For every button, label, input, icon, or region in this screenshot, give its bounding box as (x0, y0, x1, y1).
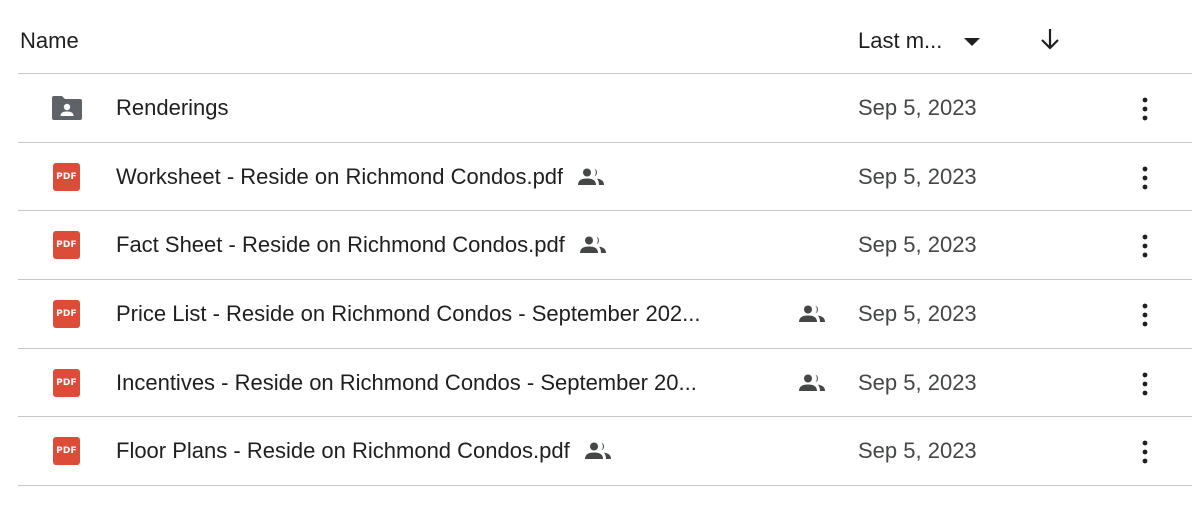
more-vert-icon (1142, 166, 1148, 190)
file-list: Name Last m... Renderings Sep 5, 2023 PD… (18, 0, 1192, 487)
shared-people-icon (799, 374, 825, 391)
shared-people-icon (578, 168, 605, 185)
more-actions-button[interactable] (1130, 231, 1160, 261)
more-vert-icon (1142, 372, 1148, 396)
file-row-fact-sheet[interactable]: PDF Fact Sheet - Reside on Richmond Cond… (18, 211, 1192, 281)
dropdown-arrow-icon[interactable] (964, 38, 981, 46)
file-name[interactable]: Worksheet - Reside on Richmond Condos.pd… (116, 164, 563, 190)
pdf-icon: PDF (53, 368, 80, 397)
file-row-price-list[interactable]: PDF Price List - Reside on Richmond Cond… (18, 280, 1192, 349)
more-vert-icon (1142, 234, 1148, 258)
more-actions-button[interactable] (1130, 369, 1160, 399)
file-row-incentives[interactable]: PDF Incentives - Reside on Richmond Cond… (18, 349, 1192, 418)
file-name-wrap: Price List - Reside on Richmond Condos -… (116, 280, 826, 348)
file-name[interactable]: Floor Plans - Reside on Richmond Condos.… (116, 438, 570, 464)
pdf-icon: PDF (53, 300, 80, 329)
file-name-wrap: Fact Sheet - Reside on Richmond Condos.p… (116, 211, 607, 279)
shared-people-icon (799, 305, 825, 322)
shared-people-icon (584, 442, 611, 460)
modified-date: Sep 5, 2023 (858, 369, 977, 395)
pdf-icon: PDF (53, 162, 80, 191)
file-row-renderings[interactable]: Renderings Sep 5, 2023 (18, 74, 1192, 143)
column-header-name[interactable]: Name (20, 28, 79, 54)
pdf-icon: PDF (53, 231, 80, 260)
pdf-icon: PDF (53, 437, 80, 466)
more-vert-icon (1142, 441, 1148, 464)
file-name[interactable]: Incentives - Reside on Richmond Condos -… (116, 370, 784, 396)
more-vert-icon (1142, 303, 1148, 327)
more-actions-button[interactable] (1130, 300, 1160, 330)
list-header: Name Last m... (18, 0, 1192, 74)
modified-date: Sep 5, 2023 (858, 232, 977, 258)
modified-date: Sep 5, 2023 (858, 163, 977, 189)
file-name-wrap: Floor Plans - Reside on Richmond Condos.… (116, 417, 612, 485)
modified-date: Sep 5, 2023 (858, 438, 977, 464)
column-header-last-modified[interactable]: Last m... (858, 28, 981, 54)
column-header-last-modified-label: Last m... (858, 28, 943, 53)
file-name-wrap: Incentives - Reside on Richmond Condos -… (116, 349, 826, 417)
file-name[interactable]: Fact Sheet - Reside on Richmond Condos.p… (116, 232, 565, 258)
more-actions-button[interactable] (1130, 94, 1160, 124)
shared-folder-icon (52, 96, 82, 120)
file-row-worksheet[interactable]: PDF Worksheet - Reside on Richmond Condo… (18, 143, 1192, 212)
modified-date: Sep 5, 2023 (858, 94, 977, 120)
file-name[interactable]: Renderings (116, 95, 229, 121)
arrow-down-icon[interactable] (1038, 26, 1062, 52)
more-actions-button[interactable] (1130, 163, 1160, 193)
modified-date: Sep 5, 2023 (858, 300, 977, 326)
file-name[interactable]: Price List - Reside on Richmond Condos -… (116, 301, 784, 327)
more-vert-icon (1142, 97, 1148, 121)
shared-people-icon (579, 236, 606, 254)
file-name-wrap: Worksheet - Reside on Richmond Condos.pd… (116, 143, 605, 211)
file-row-floor-plans[interactable]: PDF Floor Plans - Reside on Richmond Con… (18, 417, 1192, 487)
more-actions-button[interactable] (1130, 437, 1160, 467)
file-name-wrap: Renderings (116, 74, 229, 142)
